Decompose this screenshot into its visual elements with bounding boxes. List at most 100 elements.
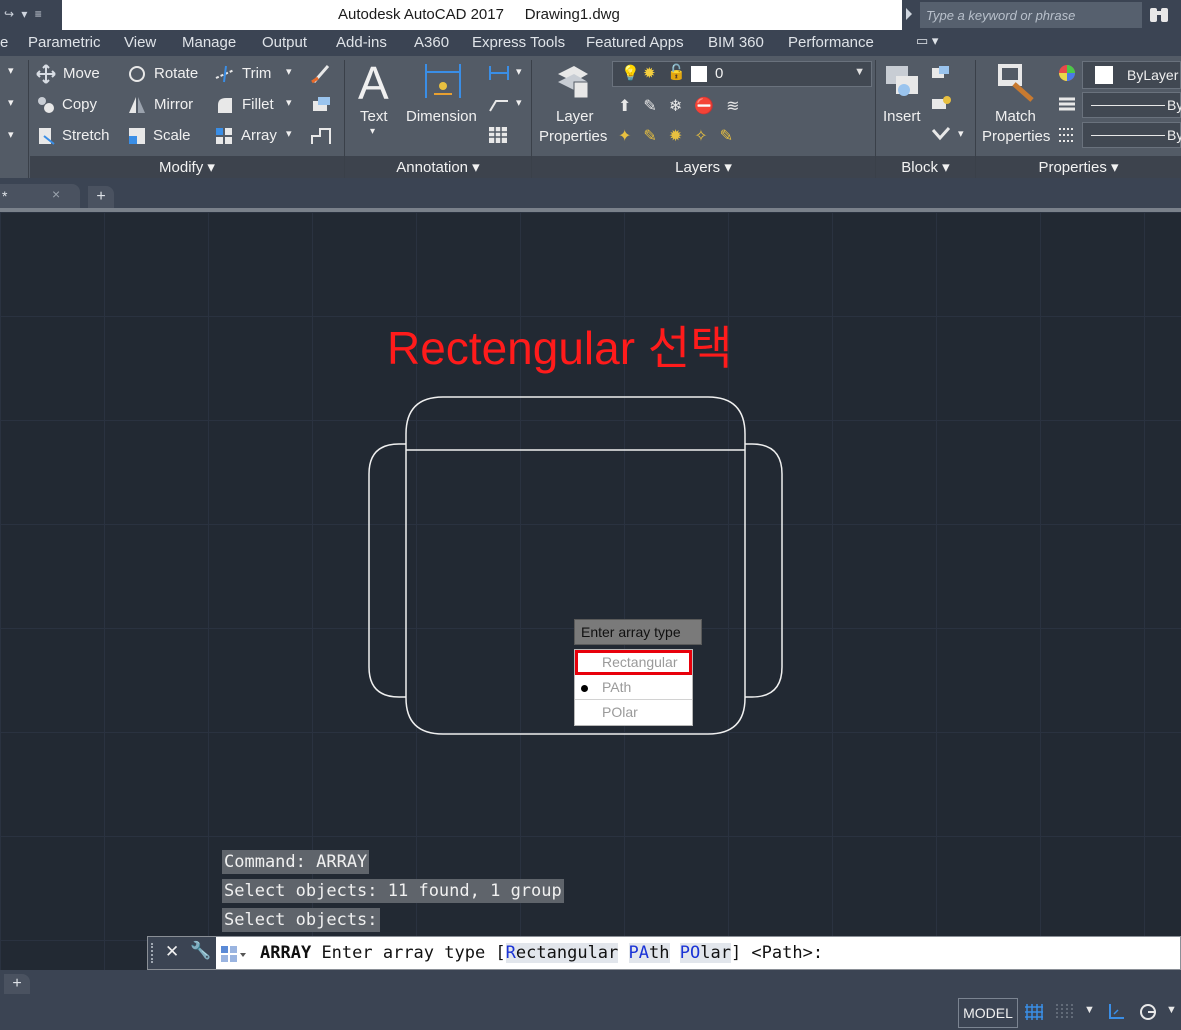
polar-tracking-icon[interactable]	[1138, 1002, 1158, 1022]
search-input[interactable]	[920, 2, 1142, 28]
dropdown-icon[interactable]: ▾	[8, 96, 14, 109]
dropdown-icon[interactable]: ▾	[8, 128, 14, 141]
grid-icon[interactable]	[1024, 1002, 1044, 1022]
sun-icon[interactable]: ✹	[643, 64, 656, 82]
layer-properties-label-1[interactable]: Layer	[556, 108, 594, 125]
ortho-icon[interactable]	[1106, 1002, 1126, 1022]
match-properties-label-1[interactable]: Match	[995, 108, 1036, 125]
command-history-line: Select objects:	[222, 908, 380, 932]
model-space-button[interactable]: MODEL	[958, 998, 1018, 1028]
option-path[interactable]: PAth	[575, 675, 692, 700]
mirror-button[interactable]: Mirror	[154, 96, 193, 113]
tab-a360[interactable]: A360	[414, 34, 449, 51]
unlock-icon[interactable]: 🔓	[667, 63, 686, 81]
block-panel-title[interactable]: Block ▾	[876, 156, 975, 178]
layer-dropdown[interactable]: 💡 ✹ 🔓 0 ▼	[612, 61, 872, 87]
move-button[interactable]: Move	[63, 65, 100, 82]
grip-handle[interactable]	[151, 943, 155, 963]
layer-tools-row-1[interactable]: ⬆✎❄⛔≋	[618, 96, 752, 116]
fillet-dropdown-icon[interactable]: ▾	[286, 96, 292, 109]
tab-view[interactable]: View	[124, 34, 156, 51]
layer-properties-icon	[558, 66, 589, 99]
color-dropdown[interactable]: ByLayer	[1082, 61, 1181, 89]
color-value: ByLayer	[1127, 67, 1179, 83]
keyword-rectangular[interactable]: Rectangular	[505, 943, 619, 963]
command-history-line: Command: ARRAY	[222, 850, 370, 874]
tab-bim-360[interactable]: BIM 360	[708, 34, 764, 51]
ribbon-toggle-icon[interactable]: ▭ ▾	[916, 33, 938, 49]
drawing-canvas[interactable]: Rectengular 선택 Enter array type Rectangu…	[0, 212, 1181, 970]
quick-access-toolbar[interactable]: ↪ ▾ ≡	[0, 0, 62, 30]
binoculars-icon[interactable]	[1148, 5, 1170, 25]
menu-fragment: e	[0, 34, 9, 51]
new-tab-button[interactable]: +	[88, 186, 114, 208]
layer-properties-label-2[interactable]: Properties	[539, 128, 607, 145]
tab-output[interactable]: Output	[262, 34, 307, 51]
option-polar[interactable]: POlar	[575, 700, 692, 725]
tab-add-ins[interactable]: Add-ins	[336, 34, 387, 51]
rotate-button[interactable]: Rotate	[154, 65, 198, 82]
text-button[interactable]: Text	[360, 108, 388, 125]
insert-icon	[886, 66, 918, 96]
array-button[interactable]: Array	[241, 127, 277, 144]
option-rectangular[interactable]: Rectangular	[575, 650, 692, 675]
tab-manage[interactable]: Manage	[182, 34, 236, 51]
tab-performance[interactable]: Performance	[788, 34, 874, 51]
expand-arrow-icon[interactable]	[906, 8, 912, 20]
leader-icon[interactable]	[488, 95, 510, 113]
annotation-panel-title[interactable]: Annotation ▾	[345, 156, 531, 178]
add-layout-button[interactable]: +	[4, 974, 30, 994]
close-icon[interactable]: ✕	[165, 942, 179, 962]
layers-panel-title[interactable]: Layers ▾	[532, 156, 875, 178]
modify-panel-title[interactable]: Modify ▾	[30, 156, 344, 178]
edit-block-icon[interactable]	[930, 95, 952, 113]
snap-dropdown-icon[interactable]: ▼	[1084, 1004, 1095, 1016]
polar-dropdown-icon[interactable]: ▼	[1166, 1004, 1177, 1016]
attribute-icon[interactable]	[930, 126, 952, 144]
array-dropdown-icon[interactable]: ▾	[286, 127, 292, 140]
tab-featured-apps[interactable]: Featured Apps	[586, 34, 684, 51]
lineweight-icon[interactable]	[1058, 96, 1076, 114]
tab-express-tools[interactable]: Express Tools	[472, 34, 565, 51]
recent-commands-icon[interactable]	[220, 945, 246, 963]
close-icon[interactable]: ×	[52, 186, 60, 202]
color-wheel-icon[interactable]	[1058, 64, 1076, 82]
dropdown-icon[interactable]: ▾	[8, 64, 14, 77]
linetype-dropdown[interactable]: By	[1082, 92, 1181, 118]
tab-parametric[interactable]: Parametric	[28, 34, 101, 51]
dimension-button[interactable]: Dimension	[406, 108, 477, 125]
create-block-icon[interactable]	[930, 64, 952, 82]
offset-icon[interactable]	[310, 126, 332, 146]
snap-icon[interactable]	[1054, 1002, 1074, 1022]
fillet-button[interactable]: Fillet	[242, 96, 274, 113]
keyword-path[interactable]: PAth	[628, 943, 670, 963]
scale-button[interactable]: Scale	[153, 127, 191, 144]
leader-dropdown-icon[interactable]: ▾	[516, 96, 522, 109]
chevron-down-icon[interactable]: ▼	[854, 66, 865, 78]
text-dropdown-icon[interactable]: ▾	[370, 126, 375, 137]
copy-button[interactable]: Copy	[62, 96, 97, 113]
trim-button[interactable]: Trim	[242, 65, 271, 82]
explode-icon[interactable]	[310, 95, 332, 115]
sofa-drawing[interactable]	[0, 212, 1181, 970]
linetype-icon[interactable]	[1058, 126, 1076, 144]
attribute-dropdown-icon[interactable]: ▾	[958, 127, 964, 140]
properties-panel-title[interactable]: Properties ▾	[976, 156, 1181, 178]
linear-dim-dropdown-icon[interactable]: ▾	[516, 65, 522, 78]
linear-dim-icon[interactable]	[488, 64, 510, 82]
match-properties-label-2[interactable]: Properties	[982, 128, 1050, 145]
command-line[interactable]: ✕ 🔧 ARRAY Enter array type [Rectangular …	[147, 936, 1181, 970]
lineweight-dropdown[interactable]: By	[1082, 122, 1181, 148]
keyword-polar[interactable]: POlar	[679, 943, 731, 963]
layer-tools-row-2[interactable]: ✦✎✹✧✎	[618, 126, 745, 146]
prompt-text: Enter array type [	[321, 943, 506, 963]
lightbulb-icon[interactable]: 💡	[621, 64, 640, 82]
table-icon[interactable]	[488, 126, 508, 144]
stretch-button[interactable]: Stretch	[62, 127, 110, 144]
erase-icon[interactable]	[310, 64, 332, 84]
trim-dropdown-icon[interactable]: ▾	[286, 65, 292, 78]
mirror-icon	[129, 97, 145, 113]
insert-button[interactable]: Insert	[883, 108, 921, 125]
tab-drawing1[interactable]: * ×	[0, 184, 80, 210]
wrench-icon[interactable]: 🔧	[190, 941, 211, 961]
